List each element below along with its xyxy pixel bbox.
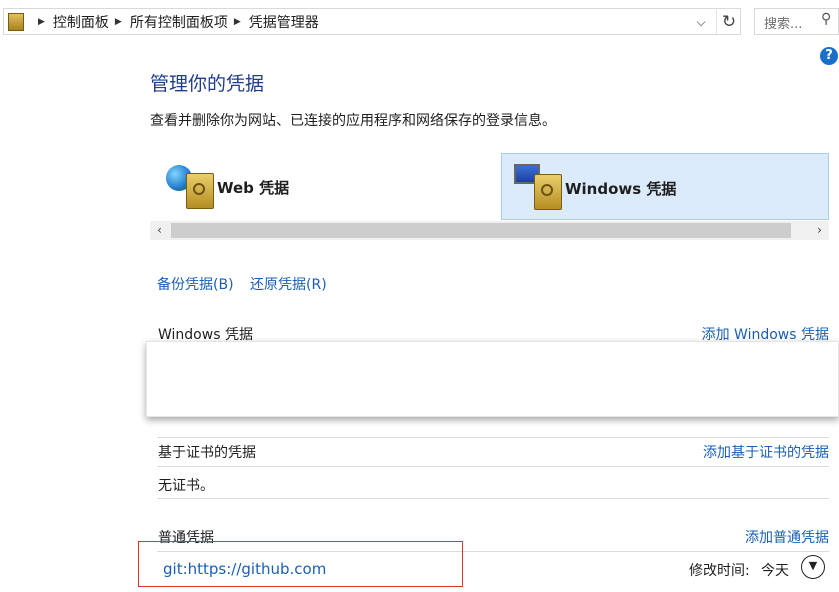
vault-icon [186, 173, 214, 209]
tab-windows-label: Windows 凭据 [565, 180, 677, 198]
add-cert-credential-link[interactable]: 添加基于证书的凭据 [703, 442, 829, 462]
scrollbar-thumb[interactable] [171, 223, 791, 238]
section-divider [157, 466, 829, 467]
section-divider [157, 498, 829, 499]
vault-icon [534, 174, 562, 210]
tab-web-credentials[interactable]: Web 凭据 [150, 153, 500, 220]
expand-chevron-icon[interactable]: ▼ [801, 555, 825, 579]
refresh-icon[interactable]: ↻ [716, 10, 741, 34]
add-generic-credential-link[interactable]: 添加普通凭据 [745, 527, 829, 547]
cert-credentials-heading: 基于证书的凭据 [158, 445, 256, 461]
horizontal-scrollbar[interactable]: ‹ › [150, 221, 829, 240]
search-placeholder: 搜索... [764, 17, 803, 32]
breadcrumb-item-all-items[interactable]: 所有控制面板项 [130, 12, 228, 32]
breadcrumb-item-credential-manager[interactable]: 凭据管理器 [249, 12, 319, 32]
tab-web-label: Web 凭据 [217, 179, 290, 197]
scroll-left-icon[interactable]: ‹ [150, 221, 169, 240]
breadcrumb-separator-icon: ▶ [114, 17, 122, 27]
modified-label: 修改时间: [689, 563, 750, 579]
breadcrumb-item-control-panel[interactable]: 控制面板 [53, 12, 109, 32]
breadcrumb: ▶ 控制面板 ▶ 所有控制面板项 ▶ 凭据管理器 [8, 12, 319, 32]
search-icon: ⚲ [821, 11, 832, 27]
tab-windows-credentials[interactable]: Windows 凭据 [501, 153, 829, 220]
restore-credentials-link[interactable]: 还原凭据(R) [250, 274, 327, 294]
section-divider [157, 437, 829, 438]
control-panel-icon [8, 13, 24, 31]
page-title: 管理你的凭据 [150, 73, 265, 95]
help-icon[interactable]: ? [820, 47, 838, 65]
search-input[interactable]: 搜索... ⚲ [754, 8, 839, 35]
breadcrumb-separator-icon: ▶ [233, 17, 241, 27]
breadcrumb-separator-icon: ▶ [38, 17, 45, 27]
credential-item-name[interactable]: git:https://github.com [163, 560, 326, 578]
page-description: 查看并删除你为网站、已连接的应用程序和网络保存的登录信息。 [150, 113, 556, 129]
scroll-right-icon[interactable]: › [810, 221, 829, 240]
modified-value: 今天 [761, 563, 789, 579]
windows-credentials-list [146, 341, 839, 417]
no-certificates-text: 无证书。 [158, 478, 214, 494]
backup-credentials-link[interactable]: 备份凭据(B) [157, 274, 234, 294]
chevron-down-icon[interactable]: ⌵ [693, 12, 709, 32]
